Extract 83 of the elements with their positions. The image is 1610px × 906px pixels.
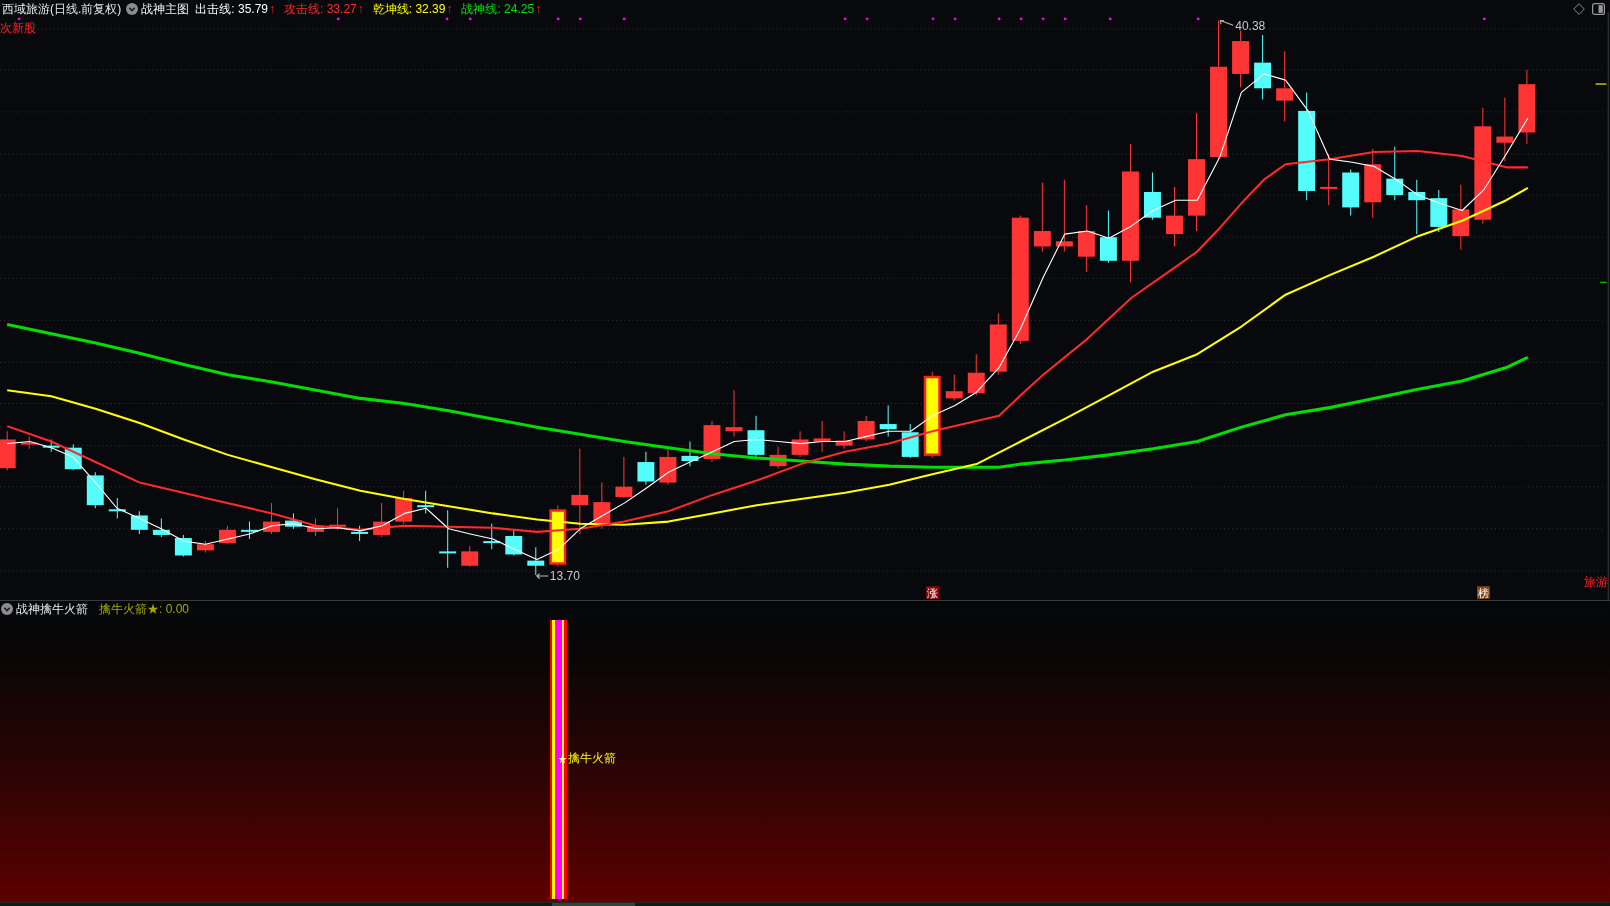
candlestick (307, 518, 324, 537)
candlestick (461, 545, 479, 568)
indicator-value: 乾坤线: 32.39↑ (372, 3, 453, 15)
candlestick (1232, 30, 1250, 88)
highlighted-candle (549, 504, 567, 568)
price-level-tick-icon (1595, 83, 1607, 85)
diamond-icon[interactable] (1573, 3, 1585, 15)
candlestick (1099, 209, 1117, 264)
candlestick (130, 510, 148, 535)
candlestick (263, 502, 280, 535)
star-icon (558, 755, 567, 763)
candlestick (747, 415, 765, 458)
signal-label: 擒牛火箭 (568, 752, 616, 764)
candlestick (1077, 204, 1095, 273)
stock-title: 西域旅游(日线.前复权) (2, 3, 122, 15)
event-tag: 涨 (926, 586, 939, 599)
candlestick (86, 471, 104, 509)
candlestick (527, 546, 545, 576)
candlestick (1342, 168, 1360, 217)
panel-toggle-icon[interactable] (1592, 3, 1605, 15)
indicator-value: 攻击线: 33.27↑ (284, 3, 364, 15)
event-tag: 榜 (1477, 586, 1490, 599)
candlestick (659, 447, 677, 486)
candlestick (218, 525, 236, 545)
candlestick (417, 490, 435, 514)
low-price-pointer (536, 573, 549, 579)
candlestick (285, 512, 302, 530)
candlestick (681, 441, 699, 467)
sector-tag: 次新股 (0, 22, 36, 34)
chevron-down-icon[interactable] (1, 603, 13, 615)
candlestick (835, 430, 853, 450)
candlestick (769, 446, 787, 469)
candlestick (196, 540, 214, 553)
indicator-reading: 擒牛火箭★: 0.00 (99, 603, 190, 615)
candlestick (857, 415, 875, 443)
candlestick (1364, 148, 1382, 219)
candlestick (1033, 182, 1051, 253)
candlestick (108, 497, 126, 520)
candlestick (791, 430, 809, 458)
candlestick (989, 312, 1007, 376)
candlestick (1320, 153, 1338, 206)
scrollbar-thumb[interactable] (552, 903, 635, 906)
candlestick (241, 521, 258, 540)
candlestick (1254, 34, 1272, 101)
indicator-name: 战神主图 (141, 3, 190, 15)
candlestick (483, 523, 501, 550)
indicator-value: 战神线: 24.25↑ (461, 3, 542, 15)
candlestick (505, 530, 523, 556)
candlestick (1144, 172, 1161, 221)
candlestick (0, 430, 16, 471)
concept-label: 旅游 (1583, 574, 1608, 589)
high-price-pointer (1219, 20, 1234, 26)
indicator-value: 出击线: 35.79↑ (195, 3, 276, 15)
candlestick (373, 502, 391, 538)
candlestick (395, 490, 413, 525)
chevron-down-icon[interactable] (126, 3, 139, 15)
low-price-label: 13.70 (549, 569, 580, 584)
candlestick (637, 451, 655, 486)
candlestick (593, 482, 611, 530)
candlestick (329, 507, 347, 531)
candlestick (725, 389, 743, 437)
candlestick (1166, 186, 1183, 247)
candlestick (1452, 184, 1470, 251)
high-price-label: 40.38 (1235, 18, 1266, 33)
candlestick (615, 456, 633, 499)
candlestick (20, 435, 38, 450)
indicator-name: 战神擒牛火箭 (16, 603, 88, 615)
candlestick (174, 534, 192, 558)
candlestick (813, 420, 831, 453)
candlestick (42, 438, 60, 453)
candlestick (945, 374, 963, 401)
price-level-tick-icon (1600, 281, 1607, 284)
candlestick (1276, 50, 1294, 122)
candlestick (901, 423, 919, 459)
candlestick (152, 518, 170, 538)
candlestick (967, 353, 985, 396)
candlestick (1430, 189, 1448, 233)
candlestick (879, 405, 897, 437)
candlestick (351, 525, 369, 542)
candlestick (1496, 97, 1514, 162)
candlestick (439, 509, 457, 569)
candlestick (1408, 179, 1426, 235)
candlestick (1386, 146, 1404, 201)
